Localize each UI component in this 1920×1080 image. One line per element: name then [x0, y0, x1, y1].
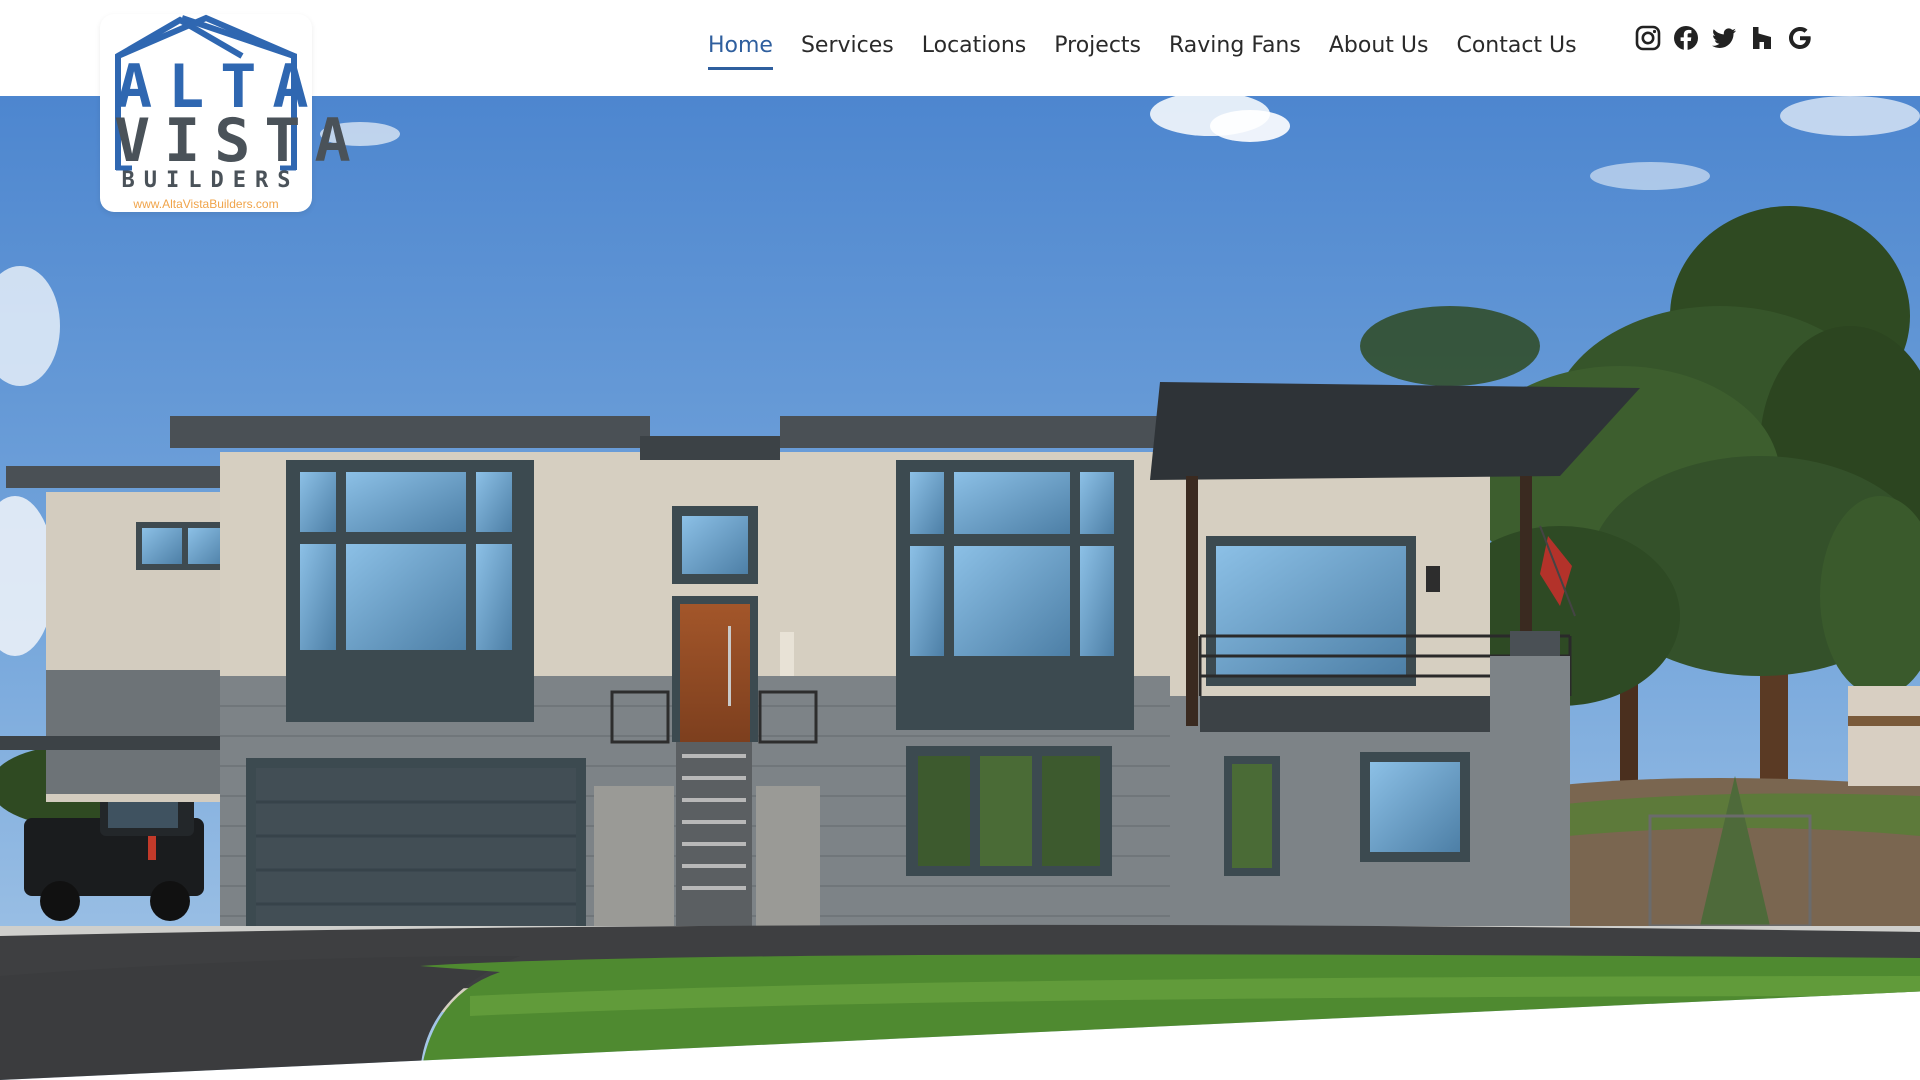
instagram-icon[interactable] — [1634, 24, 1662, 52]
logo-text-builders: BUILDERS — [121, 168, 300, 193]
nav-item-home[interactable]: Home — [706, 28, 787, 70]
hero-image — [0, 96, 1920, 1080]
site-logo[interactable]: ALTA VISTA BUILDERS www.AltaVistaBuilder… — [100, 14, 365, 212]
houzz-icon[interactable] — [1748, 24, 1776, 52]
nav-item-locations[interactable]: Locations — [908, 28, 1041, 64]
logo-text-vista: VISTA — [114, 106, 365, 176]
nav-item-projects[interactable]: Projects — [1040, 28, 1155, 64]
social-links — [1634, 24, 1814, 52]
logo-url: www.AltaVistaBuilders.com — [133, 197, 279, 211]
main-nav: Home Services Locations Projects Raving … — [706, 28, 1591, 70]
nav-item-raving-fans[interactable]: Raving Fans — [1155, 28, 1315, 64]
nav-item-about-us[interactable]: About Us — [1315, 28, 1443, 64]
house-photo — [0, 96, 1920, 1080]
facebook-icon[interactable] — [1672, 24, 1700, 52]
twitter-icon[interactable] — [1710, 24, 1738, 52]
nav-item-contact-us[interactable]: Contact Us — [1442, 28, 1590, 64]
google-icon[interactable] — [1786, 24, 1814, 52]
nav-item-services[interactable]: Services — [787, 28, 908, 64]
